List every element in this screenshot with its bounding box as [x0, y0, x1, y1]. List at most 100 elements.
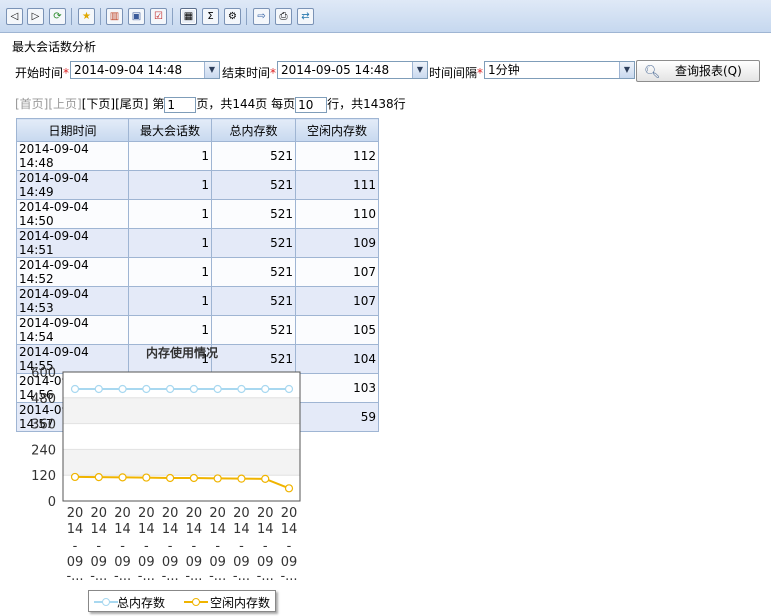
y-tick-label: 600 [31, 366, 56, 381]
first-page-link[interactable]: [首页] [15, 97, 48, 111]
table-row[interactable]: 2014-09-04 14:51 1 521 109 [16, 228, 379, 258]
cell-datetime: 2014-09-04 14:52 [16, 257, 129, 287]
x-tick-label: 09 [233, 555, 250, 570]
x-tick-label: 14 [138, 522, 155, 537]
cell-total-memory: 521 [211, 286, 296, 316]
cell-total-memory: 521 [211, 170, 296, 200]
cell-max-sessions: 1 [128, 257, 212, 287]
chevron-down-icon[interactable]: ▼ [619, 62, 634, 78]
grid-band [63, 449, 300, 476]
x-tick-label: 09 [186, 555, 203, 570]
start-time-select[interactable]: 2014-09-04 14:48 ▼ [70, 61, 220, 79]
x-tick-label: -... [90, 569, 107, 584]
table-header-row: 日期时间 最大会话数 总内存数 空闲内存数 [16, 118, 379, 142]
cell-free-memory: 107 [295, 286, 379, 316]
table-row[interactable]: 2014-09-04 14:49 1 521 111 [16, 170, 379, 200]
x-tick-label: - [287, 539, 292, 554]
interval-value: 1分钟 [488, 63, 520, 77]
forward-icon[interactable]: ▷ [27, 8, 44, 25]
x-tick-label: 20 [91, 506, 108, 521]
cell-max-sessions: 1 [128, 199, 212, 229]
data-point-0 [237, 384, 246, 394]
export-icon[interactable]: ⇨ [253, 8, 270, 25]
cell-free-memory: 105 [295, 315, 379, 345]
col-header-free-memory[interactable]: 空闲内存数 [295, 118, 379, 142]
page-prefix: 第 [152, 97, 165, 111]
cell-max-sessions: 1 [128, 170, 212, 200]
print-icon[interactable]: ⎙ [275, 8, 292, 25]
settings-icon[interactable]: ⚙ [224, 8, 241, 25]
x-tick-label: - [192, 539, 197, 554]
required-mark: * [477, 66, 484, 80]
favorite-icon[interactable]: ★ [78, 8, 95, 25]
x-tick-label: 20 [138, 506, 155, 521]
select-all-icon[interactable]: ▦ [180, 8, 197, 25]
cell-datetime: 2014-09-04 14:54 [16, 315, 129, 345]
table-row[interactable]: 2014-09-04 14:50 1 521 110 [16, 199, 379, 229]
toolbar-separator [246, 8, 247, 25]
x-tick-label: 14 [257, 522, 274, 537]
table-row[interactable]: 2014-09-04 14:52 1 521 107 [16, 257, 379, 287]
data-point-0 [70, 384, 80, 394]
y-tick-label: 240 [31, 443, 56, 458]
next-page-link[interactable]: [下页] [82, 97, 115, 111]
per-page-prefix: 每页 [271, 97, 296, 111]
prev-page-link[interactable]: [上页] [48, 97, 81, 111]
data-point-0 [189, 384, 198, 394]
cell-total-memory: 521 [211, 141, 296, 171]
x-tick-label: 14 [186, 522, 203, 537]
legend-item-free: 空闲内存数 [210, 596, 271, 610]
chevron-down-icon[interactable]: ▼ [204, 62, 219, 78]
cell-datetime: 2014-09-04 14:51 [16, 228, 129, 258]
cell-max-sessions: 1 [128, 315, 212, 345]
data-point-0 [261, 384, 270, 394]
cell-max-sessions: 1 [128, 286, 212, 316]
cell-total-memory: 521 [211, 228, 296, 258]
data-point-0 [213, 384, 222, 394]
window-icon[interactable]: ▣ [128, 8, 145, 25]
cell-max-sessions: 1 [128, 228, 212, 258]
cell-total-memory: 521 [211, 199, 296, 229]
sum-icon[interactable]: Σ [202, 8, 219, 25]
toolbar-separator [71, 8, 72, 25]
page-count-text: 页，共144页 [196, 97, 268, 111]
end-time-label-text: 结束时间 [222, 66, 271, 80]
x-tick-label: -... [257, 569, 274, 584]
interval-select[interactable]: 1分钟 ▼ [484, 61, 635, 79]
table-row[interactable]: 2014-09-04 14:48 1 521 112 [16, 141, 379, 171]
page-number-input[interactable]: 1 [164, 96, 197, 113]
data-point-0 [166, 384, 175, 394]
sync-icon[interactable]: ⇄ [297, 8, 314, 25]
x-tick-label: 14 [114, 522, 131, 537]
table-row[interactable]: 2014-09-04 14:53 1 521 107 [16, 286, 379, 316]
refresh-icon[interactable]: ⟳ [49, 8, 66, 25]
grid-band [63, 397, 300, 424]
bar-chart-icon[interactable]: ▥ [106, 8, 123, 25]
col-header-total-memory[interactable]: 总内存数 [211, 118, 296, 142]
cell-free-memory: 107 [295, 257, 379, 287]
x-tick-label: 09 [281, 555, 298, 570]
query-report-button[interactable]: 🔍︎ 查询报表(Q) [636, 60, 760, 82]
col-header-datetime[interactable]: 日期时间 [16, 118, 129, 142]
chevron-down-icon[interactable]: ▼ [412, 62, 427, 78]
legend-swatch-total [94, 598, 118, 606]
x-tick-label: 09 [67, 555, 84, 570]
x-tick-label: - [120, 539, 125, 554]
grid-band [63, 423, 300, 450]
rows-per-page-input[interactable]: 10 [295, 96, 328, 113]
table-row[interactable]: 2014-09-04 14:54 1 521 105 [16, 315, 379, 345]
back-icon[interactable]: ◁ [6, 8, 23, 25]
last-page-link[interactable]: [尾页] [115, 97, 148, 111]
x-tick-label: 09 [114, 555, 131, 570]
data-point-0 [94, 384, 103, 394]
data-point-1 [166, 473, 175, 483]
x-tick-label: - [215, 539, 220, 554]
data-point-0 [142, 384, 151, 394]
x-tick-label: 09 [138, 555, 155, 570]
checklist-icon[interactable]: ☑ [150, 8, 167, 25]
data-point-1 [118, 473, 127, 482]
x-tick-label: -... [280, 569, 297, 584]
col-header-max-sessions[interactable]: 最大会话数 [128, 118, 212, 142]
end-time-select[interactable]: 2014-09-05 14:48 ▼ [277, 61, 428, 79]
x-tick-label: -... [162, 569, 179, 584]
